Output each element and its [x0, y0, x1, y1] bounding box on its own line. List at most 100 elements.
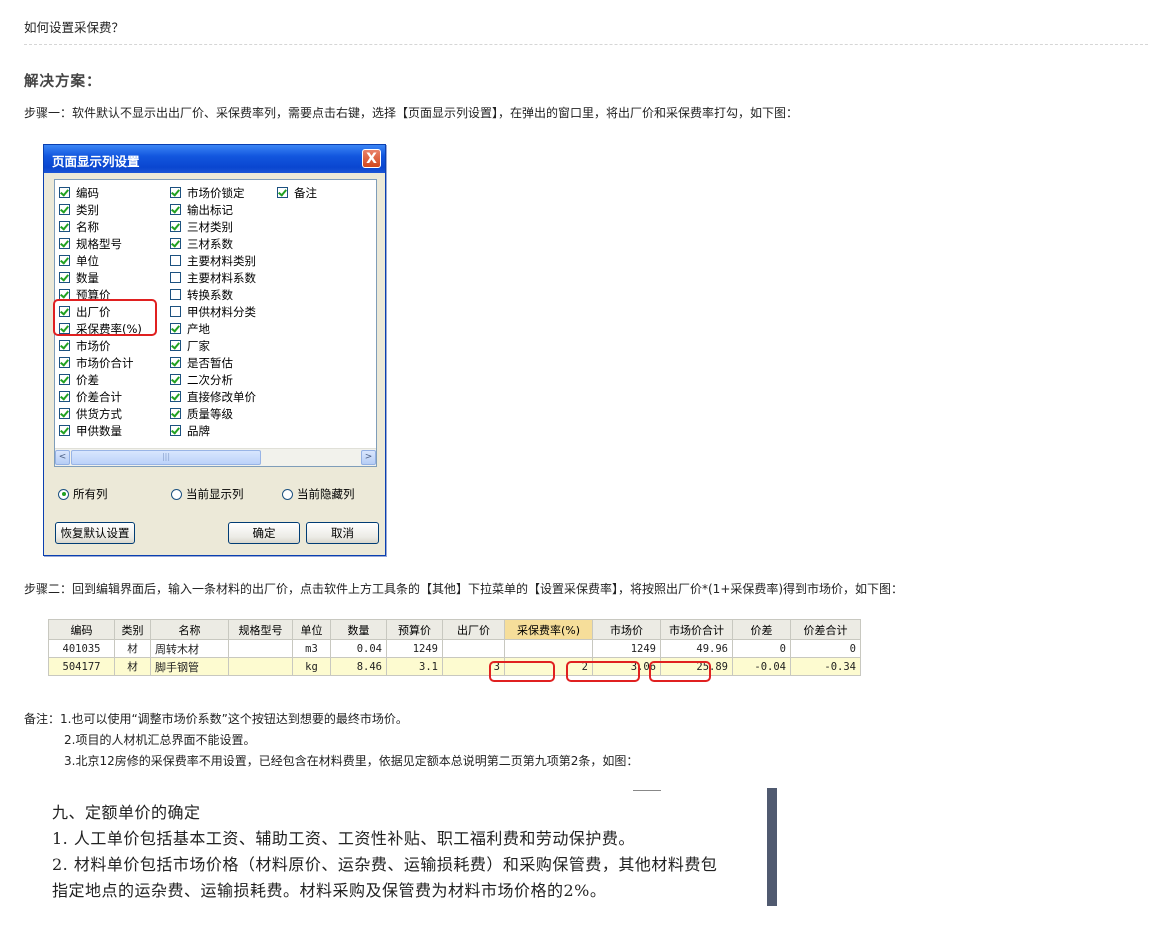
- table-cell[interactable]: 3.1: [386, 657, 443, 676]
- checkbox-unchecked[interactable]: [170, 255, 181, 266]
- radio-hidden-columns[interactable]: 当前隐藏列: [282, 486, 355, 502]
- table-cell[interactable]: kg: [292, 657, 331, 676]
- column-header[interactable]: 价差: [732, 619, 791, 640]
- column-header[interactable]: 名称: [150, 619, 229, 640]
- checkbox-checked[interactable]: [59, 357, 70, 368]
- checkbox-checked[interactable]: [59, 408, 70, 419]
- checkbox-checked[interactable]: [170, 323, 181, 334]
- table-cell[interactable]: 0: [732, 639, 791, 658]
- checkbox-checked[interactable]: [59, 238, 70, 249]
- column-header[interactable]: 预算价: [386, 619, 443, 640]
- table-cell[interactable]: [228, 639, 293, 658]
- column-option[interactable]: 单位: [59, 252, 142, 269]
- column-header[interactable]: 数量: [330, 619, 387, 640]
- table-row[interactable]: 504177 材脚手钢管 kg 8.46 3.1 3 2 3.06 25.89 -0.04 -0.3…: [48, 657, 861, 676]
- restore-defaults-button[interactable]: 恢复默认设置: [55, 522, 135, 544]
- table-cell[interactable]: 401035: [48, 639, 115, 658]
- column-option[interactable]: 二次分析: [170, 371, 256, 388]
- column-option[interactable]: 规格型号: [59, 235, 142, 252]
- column-option[interactable]: 是否暂估: [170, 354, 256, 371]
- checkbox-checked[interactable]: [59, 340, 70, 351]
- radio-shown-columns[interactable]: 当前显示列: [171, 486, 244, 502]
- column-option[interactable]: 甲供数量: [59, 422, 142, 439]
- cancel-button[interactable]: 取消: [306, 522, 379, 544]
- column-option[interactable]: 三材系数: [170, 235, 256, 252]
- column-option[interactable]: 市场价合计: [59, 354, 142, 371]
- column-header[interactable]: 市场价: [592, 619, 661, 640]
- column-header[interactable]: 规格型号: [228, 619, 293, 640]
- column-option[interactable]: 数量: [59, 269, 142, 286]
- checkbox-checked[interactable]: [170, 187, 181, 198]
- column-option[interactable]: 厂家: [170, 337, 256, 354]
- column-option[interactable]: 质量等级: [170, 405, 256, 422]
- column-option[interactable]: 供货方式: [59, 405, 142, 422]
- table-cell[interactable]: 材: [114, 657, 151, 676]
- column-option[interactable]: 价差合计: [59, 388, 142, 405]
- column-option[interactable]: 直接修改单价: [170, 388, 256, 405]
- table-cell[interactable]: 1249: [386, 639, 443, 658]
- checkbox-checked[interactable]: [170, 357, 181, 368]
- table-cell[interactable]: 0: [790, 639, 861, 658]
- table-cell[interactable]: -0.04: [732, 657, 791, 676]
- checkbox-checked[interactable]: [59, 187, 70, 198]
- checkbox-checked[interactable]: [170, 340, 181, 351]
- column-option[interactable]: 产地: [170, 320, 256, 337]
- table-cell[interactable]: 脚手钢管: [150, 657, 229, 676]
- radio-all-columns[interactable]: 所有列: [58, 486, 108, 502]
- table-cell[interactable]: m3: [292, 639, 331, 658]
- column-option[interactable]: 备注: [277, 184, 317, 201]
- column-option[interactable]: 品牌: [170, 422, 256, 439]
- table-cell[interactable]: 周转木材: [150, 639, 229, 658]
- column-option[interactable]: 编码: [59, 184, 142, 201]
- column-header[interactable]: 单位: [292, 619, 331, 640]
- scroll-left-icon[interactable]: <: [55, 450, 70, 465]
- column-header[interactable]: 市场价合计: [660, 619, 733, 640]
- table-cell[interactable]: 504177: [48, 657, 115, 676]
- table-cell[interactable]: 49.96: [660, 639, 733, 658]
- table-cell[interactable]: [442, 639, 505, 658]
- scroll-right-icon[interactable]: >: [361, 450, 376, 465]
- table-row[interactable]: 401035 材周转木材 m3 0.04 1249 1249 49.96 0 0: [48, 639, 861, 658]
- checkbox-checked[interactable]: [277, 187, 288, 198]
- column-option[interactable]: 市场价: [59, 337, 142, 354]
- checkbox-checked[interactable]: [59, 255, 70, 266]
- column-option[interactable]: 名称: [59, 218, 142, 235]
- checkbox-checked[interactable]: [170, 238, 181, 249]
- scroll-thumb[interactable]: |||: [71, 450, 261, 465]
- checkbox-checked[interactable]: [170, 204, 181, 215]
- column-option[interactable]: 类别: [59, 201, 142, 218]
- table-cell[interactable]: 1249: [592, 639, 661, 658]
- checkbox-checked[interactable]: [59, 221, 70, 232]
- table-cell[interactable]: 8.46: [330, 657, 387, 676]
- table-cell[interactable]: [504, 639, 593, 658]
- table-cell[interactable]: -0.34: [790, 657, 861, 676]
- checkbox-checked[interactable]: [170, 221, 181, 232]
- column-header[interactable]: 出厂价: [442, 619, 505, 640]
- column-option[interactable]: 市场价锁定: [170, 184, 256, 201]
- column-option[interactable]: 主要材料系数: [170, 269, 256, 286]
- table-cell[interactable]: [228, 657, 293, 676]
- checkbox-checked[interactable]: [170, 391, 181, 402]
- checkbox-checked[interactable]: [59, 391, 70, 402]
- checkbox-checked[interactable]: [170, 408, 181, 419]
- column-header[interactable]: 价差合计: [790, 619, 861, 640]
- column-option[interactable]: 甲供材料分类: [170, 303, 256, 320]
- checkbox-checked[interactable]: [170, 425, 181, 436]
- checkbox-checked[interactable]: [59, 204, 70, 215]
- horizontal-scrollbar[interactable]: < ||| >: [55, 448, 376, 466]
- close-icon[interactable]: X: [362, 149, 381, 168]
- column-header[interactable]: 采保费率(%): [504, 619, 593, 640]
- checkbox-unchecked[interactable]: [170, 306, 181, 317]
- checkbox-unchecked[interactable]: [170, 289, 181, 300]
- column-header[interactable]: 编码: [48, 619, 115, 640]
- ok-button[interactable]: 确定: [228, 522, 300, 544]
- checkbox-checked[interactable]: [170, 374, 181, 385]
- column-option[interactable]: 输出标记: [170, 201, 256, 218]
- table-cell[interactable]: 0.04: [330, 639, 387, 658]
- column-option[interactable]: 价差: [59, 371, 142, 388]
- checkbox-checked[interactable]: [59, 425, 70, 436]
- column-option[interactable]: 三材类别: [170, 218, 256, 235]
- checkbox-checked[interactable]: [59, 374, 70, 385]
- table-cell[interactable]: 材: [114, 639, 151, 658]
- checkbox-unchecked[interactable]: [170, 272, 181, 283]
